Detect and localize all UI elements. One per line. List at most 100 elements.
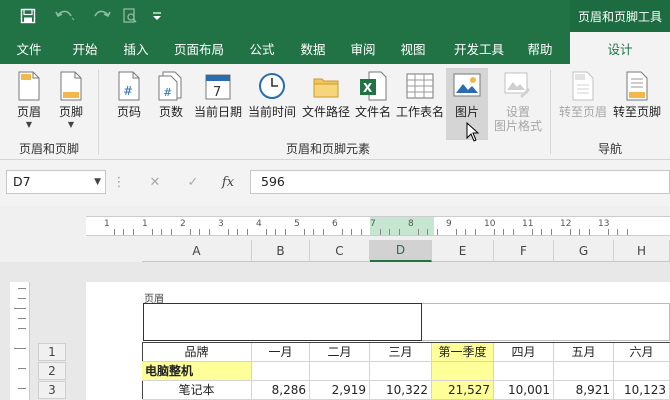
- ruler-tick: [588, 229, 590, 235]
- tab-review[interactable]: 审阅: [340, 32, 386, 64]
- ribbon: 页眉 ▼ 页脚 ▼ 页眉和页脚 # 页码 # 页数 7 当前日期 当前时间 文件…: [0, 64, 670, 160]
- ruler-tick: [465, 229, 466, 235]
- tab-insert[interactable]: 插入: [112, 32, 160, 64]
- table-cell[interactable]: 五月: [554, 343, 614, 362]
- tab-home[interactable]: 开始: [58, 32, 112, 64]
- table-cell[interactable]: 一月: [252, 343, 310, 362]
- redo-icon[interactable]: [84, 0, 118, 32]
- table-cell[interactable]: [252, 362, 310, 381]
- ruler-number: 1: [104, 219, 110, 229]
- ruler-tick: [265, 229, 267, 235]
- table-cell[interactable]: 电脑整机: [142, 362, 252, 381]
- table-cell[interactable]: [494, 362, 554, 381]
- row-header-2[interactable]: 2: [38, 362, 66, 380]
- group-label-header-footer: 页眉和页脚: [18, 142, 79, 156]
- header-button[interactable]: 页眉 ▼: [8, 68, 50, 140]
- current-date-button[interactable]: 7 当前日期: [192, 68, 244, 140]
- check-icon[interactable]: ✓: [180, 170, 206, 194]
- folder-icon: [311, 70, 341, 102]
- tab-data[interactable]: 数据: [290, 32, 336, 64]
- table-cell[interactable]: 六月: [614, 343, 670, 362]
- vertical-ruler[interactable]: [10, 282, 30, 400]
- ruler-tick: [227, 229, 229, 235]
- tab-developer[interactable]: 开发工具: [446, 32, 512, 64]
- column-header-h[interactable]: H: [614, 240, 670, 262]
- footer-button[interactable]: 页脚 ▼: [50, 68, 92, 140]
- name-box[interactable]: D7 ▼: [6, 170, 106, 194]
- table-cell[interactable]: [554, 362, 614, 381]
- customize-qat-icon[interactable]: [148, 0, 166, 32]
- column-header-b[interactable]: B: [252, 240, 310, 262]
- table-cell[interactable]: 三月: [370, 343, 432, 362]
- save-icon[interactable]: [14, 0, 42, 32]
- ruler-tick: [617, 229, 618, 235]
- table-cell[interactable]: 8,286: [252, 381, 310, 400]
- tab-page-layout[interactable]: 页面布局: [166, 32, 232, 64]
- ruler-tick: [512, 229, 514, 235]
- table-cell[interactable]: 2,919: [310, 381, 370, 400]
- title-bar: 页眉和页脚工具: [0, 0, 670, 32]
- sheet-icon: [405, 70, 435, 102]
- undo-icon[interactable]: [48, 0, 82, 32]
- table-cell[interactable]: 第一季度: [432, 343, 494, 362]
- table-cell[interactable]: 21,527: [432, 381, 494, 400]
- page-count-button[interactable]: # 页数: [150, 68, 192, 140]
- table-cell[interactable]: 10,322: [370, 381, 432, 400]
- header-left-section[interactable]: [143, 303, 422, 341]
- format-picture-button[interactable]: 设置 图片格式: [490, 68, 546, 140]
- column-header-f[interactable]: F: [494, 240, 554, 262]
- table-cell[interactable]: [370, 362, 432, 381]
- chevron-down-icon[interactable]: ▼: [94, 171, 101, 193]
- ruler-tick: [541, 229, 542, 235]
- column-header-c[interactable]: C: [310, 240, 370, 262]
- print-preview-icon[interactable]: [118, 0, 142, 32]
- file-name-button[interactable]: X 文件名: [352, 68, 394, 140]
- column-header-d[interactable]: D: [370, 240, 432, 262]
- table-cell[interactable]: 8,921: [554, 381, 614, 400]
- column-header-a[interactable]: A: [142, 240, 252, 262]
- insert-function-button[interactable]: fx: [214, 170, 242, 194]
- svg-text:X: X: [363, 81, 373, 95]
- column-header-e[interactable]: E: [432, 240, 494, 262]
- formula-input[interactable]: 596: [250, 170, 670, 194]
- goto-header-button[interactable]: 转至页眉: [556, 68, 610, 140]
- ruler-number: 12: [560, 219, 572, 229]
- context-tab-title: 页眉和页脚工具: [570, 0, 670, 32]
- row-header-1[interactable]: 1: [38, 343, 66, 361]
- row-header-3[interactable]: 3: [38, 381, 66, 399]
- tab-view[interactable]: 视图: [390, 32, 436, 64]
- chevron-down-icon: ▼: [67, 120, 75, 129]
- table-cell[interactable]: [310, 362, 370, 381]
- column-header-g[interactable]: G: [554, 240, 614, 262]
- ruler-tick: [360, 229, 362, 235]
- ruler-tick: [550, 229, 552, 235]
- ruler-tick: [503, 229, 504, 235]
- formula-bar-grip-icon[interactable]: ⋮: [112, 170, 126, 194]
- table-cell[interactable]: 二月: [310, 343, 370, 362]
- sheet-name-button[interactable]: 工作表名: [394, 68, 446, 140]
- table-cell[interactable]: 四月: [494, 343, 554, 362]
- ruler-tick: [151, 229, 153, 235]
- ruler-tick: [607, 229, 609, 235]
- tab-help[interactable]: 帮助: [516, 32, 564, 64]
- ruler-number: 8: [408, 219, 414, 229]
- tab-formulas[interactable]: 公式: [238, 32, 286, 64]
- table-cell[interactable]: [614, 362, 670, 381]
- tab-design[interactable]: 设计: [570, 32, 670, 64]
- table-cell[interactable]: 10,123: [614, 381, 670, 400]
- cancel-icon[interactable]: ✕: [142, 170, 168, 194]
- table-cell[interactable]: 笔记本: [142, 381, 252, 400]
- horizontal-ruler[interactable]: 1 1 2 3 4 5 6 7 8 9 10 11 12 13: [86, 216, 670, 236]
- table-cell[interactable]: 品牌: [142, 343, 252, 362]
- current-time-button[interactable]: 当前时间: [246, 68, 298, 140]
- ruler-tick: [208, 229, 210, 235]
- page-number-button[interactable]: # 页码: [108, 68, 150, 140]
- file-path-button[interactable]: 文件路径: [300, 68, 352, 140]
- table-cell[interactable]: 10,001: [494, 381, 554, 400]
- header-center-section[interactable]: [422, 303, 670, 341]
- tab-file[interactable]: 文件: [4, 32, 54, 64]
- goto-footer-button[interactable]: 转至页脚: [610, 68, 664, 140]
- table-cell[interactable]: [432, 362, 494, 381]
- mouse-cursor-icon: [466, 122, 480, 142]
- ribbon-tabs: 文件 开始 插入 页面布局 公式 数据 审阅 视图 开发工具 帮助 设计: [0, 32, 670, 64]
